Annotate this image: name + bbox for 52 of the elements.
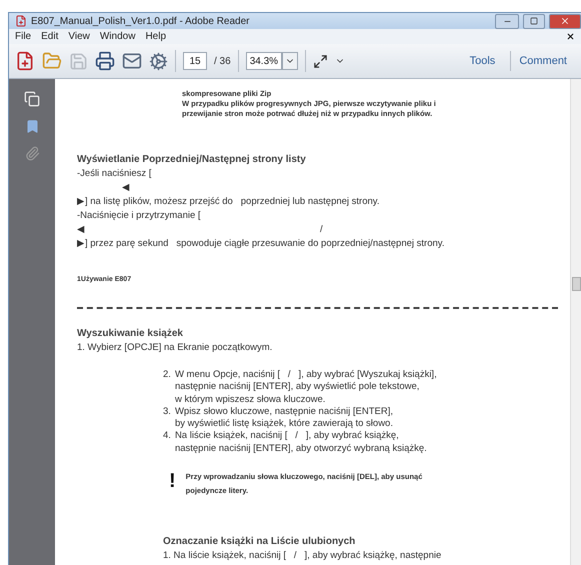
step-number: 2. bbox=[163, 369, 171, 382]
pages-icon[interactable] bbox=[24, 91, 40, 107]
arrow-glyph: ◀ bbox=[122, 181, 130, 195]
maximize-button[interactable] bbox=[523, 14, 545, 28]
close-button[interactable] bbox=[549, 14, 581, 28]
close-document-icon[interactable] bbox=[566, 32, 575, 41]
minimize-button[interactable] bbox=[495, 14, 519, 28]
text-line: następnie naciśnij [ENTER], aby wyświetlić pole tekstowe, bbox=[174, 381, 420, 394]
bookmark-icon[interactable] bbox=[24, 119, 40, 134]
app-icon bbox=[15, 15, 27, 27]
text-line: następnie naciśnij [ENTER], aby otworzyć wybraną książkę. bbox=[174, 442, 427, 456]
menu-item[interactable]: Edit bbox=[41, 31, 58, 42]
open-folder-icon[interactable] bbox=[42, 51, 62, 71]
text-line: Na liście książek, naciśnij [ / ], aby wybrać książkę, bbox=[174, 430, 400, 443]
arrow-glyph: / bbox=[320, 223, 323, 237]
section-heading: Wyszukiwanie książek bbox=[77, 327, 184, 341]
section-heading: Oznaczanie książki na Liście ulubionych bbox=[163, 535, 356, 550]
text-line: W menu Opcje, naciśnij [ / ], aby wybrać [Wyszukaj książki], bbox=[174, 369, 437, 382]
text-line: ▶] na listę plików, możesz przejść do poprzedniej lub następnej strony. bbox=[77, 195, 380, 209]
step-number: 4. bbox=[163, 430, 171, 444]
text-line: by wyświetlić listę książek, które zawierają to słowo. bbox=[174, 418, 393, 430]
window-title: E807_Manual_Polish_Ver1.0.pdf - Adobe Reader bbox=[31, 16, 250, 26]
text-line: w którym wpiszesz słowa kluczowe. bbox=[174, 394, 326, 406]
print-icon[interactable] bbox=[95, 51, 115, 71]
menu-item[interactable]: File bbox=[15, 31, 32, 42]
page-count: / 36 bbox=[214, 56, 231, 66]
zoom-dropdown-button[interactable] bbox=[282, 52, 298, 70]
page-number-field[interactable]: 15 bbox=[183, 52, 207, 70]
arrow-glyph: ◀ bbox=[77, 223, 85, 237]
text-line: -Naciśnięcie i przytrzymanie [ bbox=[77, 209, 202, 223]
scrollbar[interactable] bbox=[570, 79, 581, 565]
maximize-icon bbox=[530, 17, 538, 25]
mail-icon[interactable] bbox=[122, 51, 142, 71]
toolbar-button[interactable]: Tools bbox=[462, 51, 504, 71]
menu-item[interactable]: View bbox=[68, 31, 90, 42]
close-icon bbox=[560, 16, 570, 26]
text-line: ▶] przez parę sekund spowoduje ciągłe przesuwanie do poprzedniej/następnej strony. bbox=[77, 237, 446, 251]
text-line: Wpisz słowo kluczowe, następnie naciśnij [ENTER], bbox=[174, 406, 393, 418]
section-heading: Wyświetlanie Poprzedniej/Następnej strony listy bbox=[77, 153, 307, 167]
zoom-field[interactable]: 34.3% bbox=[246, 52, 282, 70]
exclamation-mark: ! bbox=[169, 469, 176, 494]
menu-item[interactable]: Help bbox=[145, 31, 166, 42]
step-number: 3. bbox=[163, 406, 171, 419]
menu-item[interactable]: Window bbox=[100, 31, 136, 42]
text-line: -Jeśli naciśniesz [ bbox=[77, 167, 152, 181]
gear-icon[interactable] bbox=[149, 52, 168, 70]
text-line: 1. Na liście książek, naciśnij [ / ], aby wybrać książkę, następnie bbox=[163, 549, 442, 564]
text-line: 1. Wybierz [OPCJE] na Ekranie początkowym. bbox=[77, 341, 274, 355]
paperclip-icon[interactable] bbox=[24, 146, 40, 161]
create-pdf-icon[interactable] bbox=[15, 51, 35, 71]
fit-page-icon[interactable] bbox=[313, 54, 328, 68]
toolbar-button[interactable]: Comment bbox=[510, 51, 575, 71]
